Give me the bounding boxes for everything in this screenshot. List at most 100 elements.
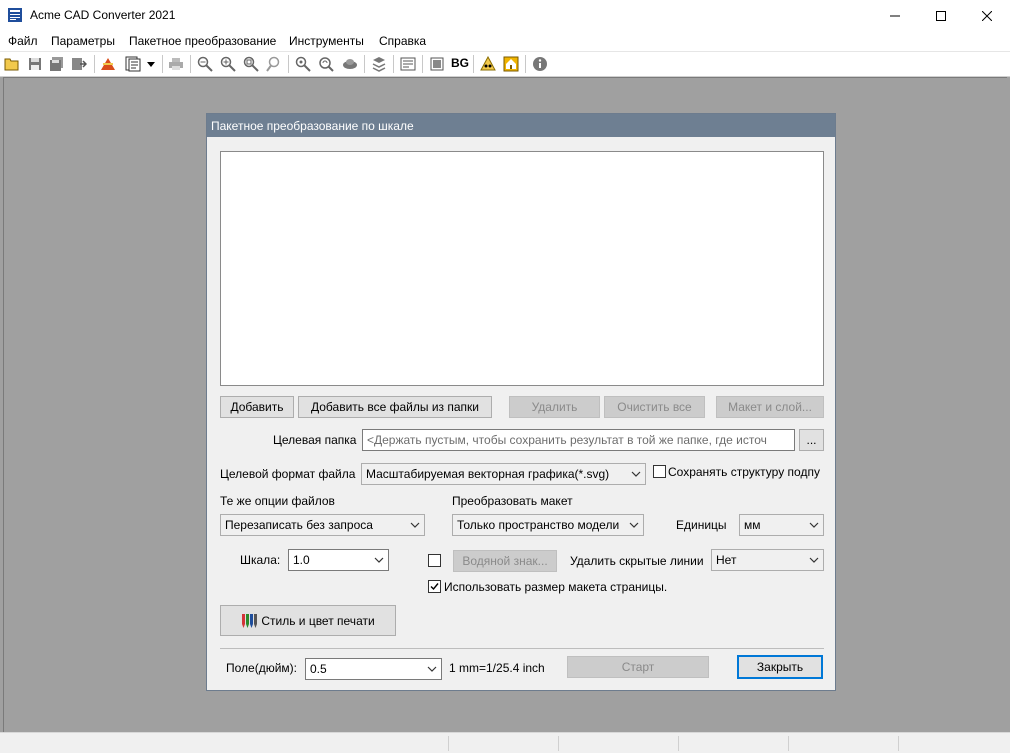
toolbar-separator	[94, 55, 95, 73]
zoom-window-icon[interactable]	[242, 55, 260, 73]
menu-file[interactable]: Файл	[8, 34, 38, 48]
close-button[interactable]: Закрыть	[737, 655, 823, 679]
print-style-button[interactable]: Стиль и цвет печати	[220, 605, 396, 636]
file-listbox[interactable]	[220, 151, 824, 386]
layout-select[interactable]: Только пространство модели	[452, 514, 644, 536]
scale-label: Шкала:	[240, 553, 281, 567]
margin-select[interactable]: 0.5	[305, 658, 442, 680]
dropdown-arrow-icon[interactable]	[145, 55, 157, 73]
status-panel	[678, 736, 788, 751]
delete-button[interactable]: Удалить	[509, 396, 600, 418]
window-title: Acme CAD Converter 2021	[30, 8, 176, 22]
export-icon[interactable]	[70, 55, 88, 73]
target-format-select[interactable]: Масштабируемая векторная графика(*.svg)	[361, 463, 646, 485]
browse-button[interactable]: ...	[799, 429, 824, 451]
print-style-label: Стиль и цвет печати	[261, 613, 375, 628]
layout-layer-button[interactable]: Макет и слой...	[716, 396, 824, 418]
zoom-extents-icon[interactable]	[294, 55, 312, 73]
toolbar-separator	[162, 55, 163, 73]
menu-parameters[interactable]: Параметры	[51, 34, 115, 48]
watermark-checkbox[interactable]	[428, 554, 441, 567]
title-bar: Acme CAD Converter 2021	[0, 0, 1010, 31]
target-folder-label: Целевая папка	[273, 433, 357, 447]
chevron-down-icon	[410, 522, 420, 528]
remove-hidden-label: Удалить скрытые линии	[570, 554, 704, 568]
scale-value: 1.0	[293, 553, 310, 567]
menu-batch-convert[interactable]: Пакетное преобразование	[129, 34, 276, 48]
background-text[interactable]: BG	[451, 56, 469, 70]
mm-ratio-label: 1 mm=1/25.4 inch	[449, 661, 545, 675]
save-all-icon[interactable]	[48, 55, 66, 73]
keep-structure-checkbox[interactable]	[653, 465, 666, 478]
overwrite-value: Перезаписать без запроса	[225, 518, 373, 532]
about-icon[interactable]	[531, 55, 549, 73]
units-label: Единицы	[676, 518, 727, 532]
minimize-button[interactable]	[872, 0, 918, 31]
toolbar-separator	[422, 55, 423, 73]
toolbar-separator	[288, 55, 289, 73]
margin-label: Поле(дюйм):	[226, 661, 297, 675]
chevron-down-icon	[374, 557, 384, 563]
remove-hidden-select[interactable]: Нет	[711, 549, 824, 571]
scale-select[interactable]: 1.0	[288, 549, 389, 571]
batch-icon[interactable]	[124, 55, 142, 73]
zoom-out-icon[interactable]	[196, 55, 214, 73]
toolbar-separator	[393, 55, 394, 73]
app-icon	[8, 8, 22, 22]
toolbar: BG	[0, 52, 1010, 77]
maximize-icon	[936, 10, 946, 21]
use-page-size-checkbox[interactable]	[428, 580, 441, 593]
checkmark-icon	[430, 583, 439, 591]
units-select[interactable]: мм	[739, 514, 824, 536]
convert-layout-label: Преобразовать макет	[452, 494, 573, 508]
layers-icon[interactable]	[370, 55, 388, 73]
menu-bar: Файл Параметры Пакетное преобразование И…	[0, 31, 1010, 52]
dialog-title: Пакетное преобразование по шкале	[207, 114, 835, 137]
batch-scale-conversion-dialog: Пакетное преобразование по шкале Добавит…	[206, 113, 836, 691]
layout-icon[interactable]	[399, 55, 417, 73]
chevron-down-icon	[631, 471, 641, 477]
background-toggle[interactable]	[428, 55, 446, 73]
margin-value: 0.5	[310, 662, 327, 676]
pan-icon[interactable]	[341, 55, 359, 73]
toolbar-separator	[190, 55, 191, 73]
chevron-down-icon	[809, 557, 819, 563]
watermark-button[interactable]: Водяной знак...	[453, 550, 557, 572]
status-panel	[898, 736, 1008, 751]
convert-icon[interactable]	[99, 55, 117, 73]
clear-all-button[interactable]: Очистить все	[604, 396, 705, 418]
toolbar-separator	[525, 55, 526, 73]
zoom-previous-icon[interactable]	[265, 55, 283, 73]
dialog-divider	[220, 648, 824, 649]
status-panel	[788, 736, 898, 751]
chevron-down-icon	[629, 522, 639, 528]
warning-icon[interactable]	[479, 55, 497, 73]
zoom-realtime-icon[interactable]	[317, 55, 335, 73]
target-format-value: Масштабируемая векторная графика(*.svg)	[366, 467, 610, 481]
status-panel	[448, 736, 558, 751]
home-icon[interactable]	[502, 55, 520, 73]
units-value: мм	[744, 518, 761, 532]
use-page-size-label: Использовать размер макета страницы.	[444, 580, 668, 594]
close-window-button[interactable]	[964, 0, 1010, 31]
print-icon[interactable]	[167, 55, 185, 73]
open-folder-icon[interactable]	[3, 55, 21, 73]
add-button[interactable]: Добавить	[220, 396, 294, 418]
target-folder-input[interactable]: <Держать пустым, чтобы сохранить результ…	[362, 429, 795, 451]
toolbar-separator	[364, 55, 365, 73]
menu-tools[interactable]: Инструменты	[289, 34, 364, 48]
minimize-icon	[890, 15, 900, 16]
status-panel	[558, 736, 678, 751]
start-button[interactable]: Старт	[567, 656, 709, 678]
zoom-in-icon[interactable]	[219, 55, 237, 73]
overwrite-select[interactable]: Перезаписать без запроса	[220, 514, 425, 536]
maximize-button[interactable]	[918, 0, 964, 31]
status-bar	[0, 732, 1010, 753]
chevron-down-icon	[809, 522, 819, 528]
keep-structure-label: Сохранять структуру подпу	[668, 465, 820, 479]
add-folder-button[interactable]: Добавить все файлы из папки	[298, 396, 492, 418]
menu-help[interactable]: Справка	[379, 34, 426, 48]
remove-hidden-value: Нет	[716, 553, 737, 567]
save-icon[interactable]	[26, 55, 44, 73]
chevron-down-icon	[427, 666, 437, 672]
